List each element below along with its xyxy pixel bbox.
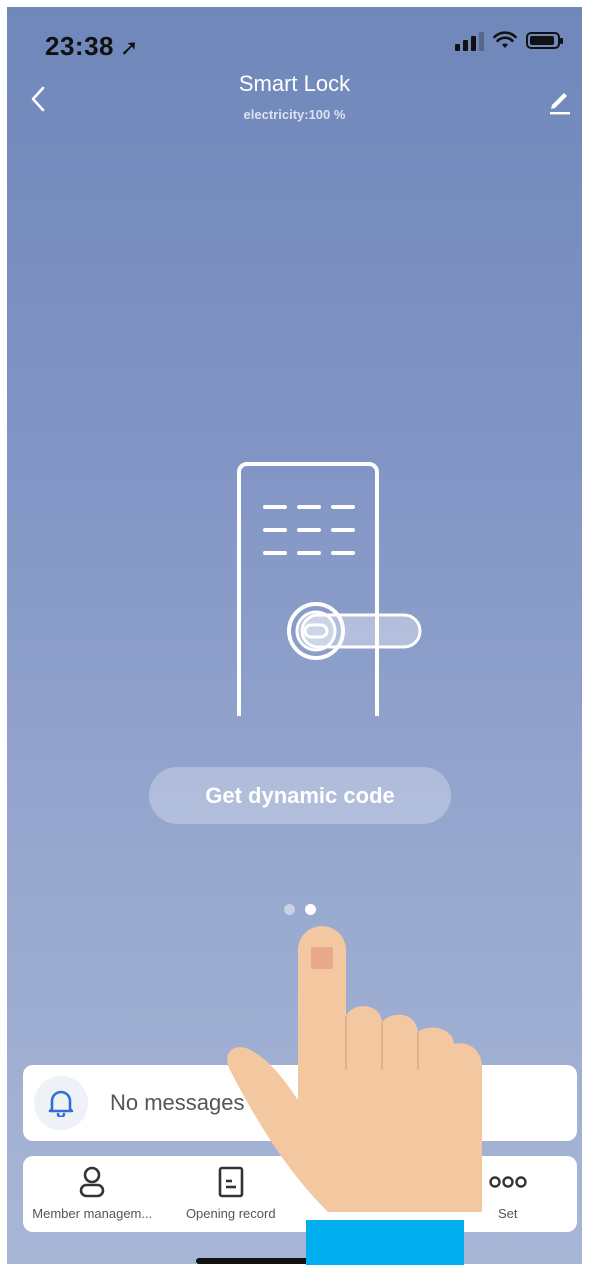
page-dot: [284, 904, 295, 915]
bell-icon: [48, 1090, 74, 1117]
tab-label: Member managem...: [32, 1206, 153, 1221]
wifi-icon: [493, 30, 517, 48]
person-icon: [79, 1166, 105, 1198]
bottom-tab-bar: Member managem... Opening record Set: [23, 1156, 577, 1232]
messages-card[interactable]: No messages: [23, 1065, 577, 1141]
smart-lock-illustration: [237, 462, 422, 716]
tab-hidden[interactable]: [300, 1156, 439, 1232]
edit-button[interactable]: [540, 81, 580, 121]
cellular-signal-icon: [455, 29, 484, 51]
more-options-icon: [489, 1176, 527, 1188]
status-time-text: 23:38: [45, 31, 114, 61]
page-dot-active: [305, 904, 316, 915]
page-indicator: [284, 904, 316, 915]
status-indicators: [455, 29, 563, 51]
document-icon: [218, 1166, 244, 1198]
status-time: 23:38 ➚: [45, 31, 139, 62]
tab-label: Set: [497, 1206, 518, 1221]
pencil-icon: [550, 93, 570, 115]
battery-level-label: electricity:100 %: [243, 107, 346, 122]
battery-icon: [526, 31, 563, 49]
messages-text: No messages: [110, 1090, 245, 1115]
get-dynamic-code-button[interactable]: Get dynamic code: [149, 767, 451, 824]
location-arrow-icon: ➚: [120, 35, 139, 60]
tab-opening-record[interactable]: Opening record: [162, 1156, 301, 1232]
notification-icon-wrap: [34, 1076, 88, 1130]
tab-member-management[interactable]: Member managem...: [23, 1156, 162, 1232]
home-indicator: [196, 1258, 396, 1264]
tab-label: Opening record: [185, 1206, 276, 1221]
tab-set[interactable]: Set: [439, 1156, 578, 1232]
page-title: Smart Lock: [238, 71, 351, 96]
app-screen: 23:38 ➚ Smart Lock electricity:100 % Get…: [7, 7, 582, 1264]
